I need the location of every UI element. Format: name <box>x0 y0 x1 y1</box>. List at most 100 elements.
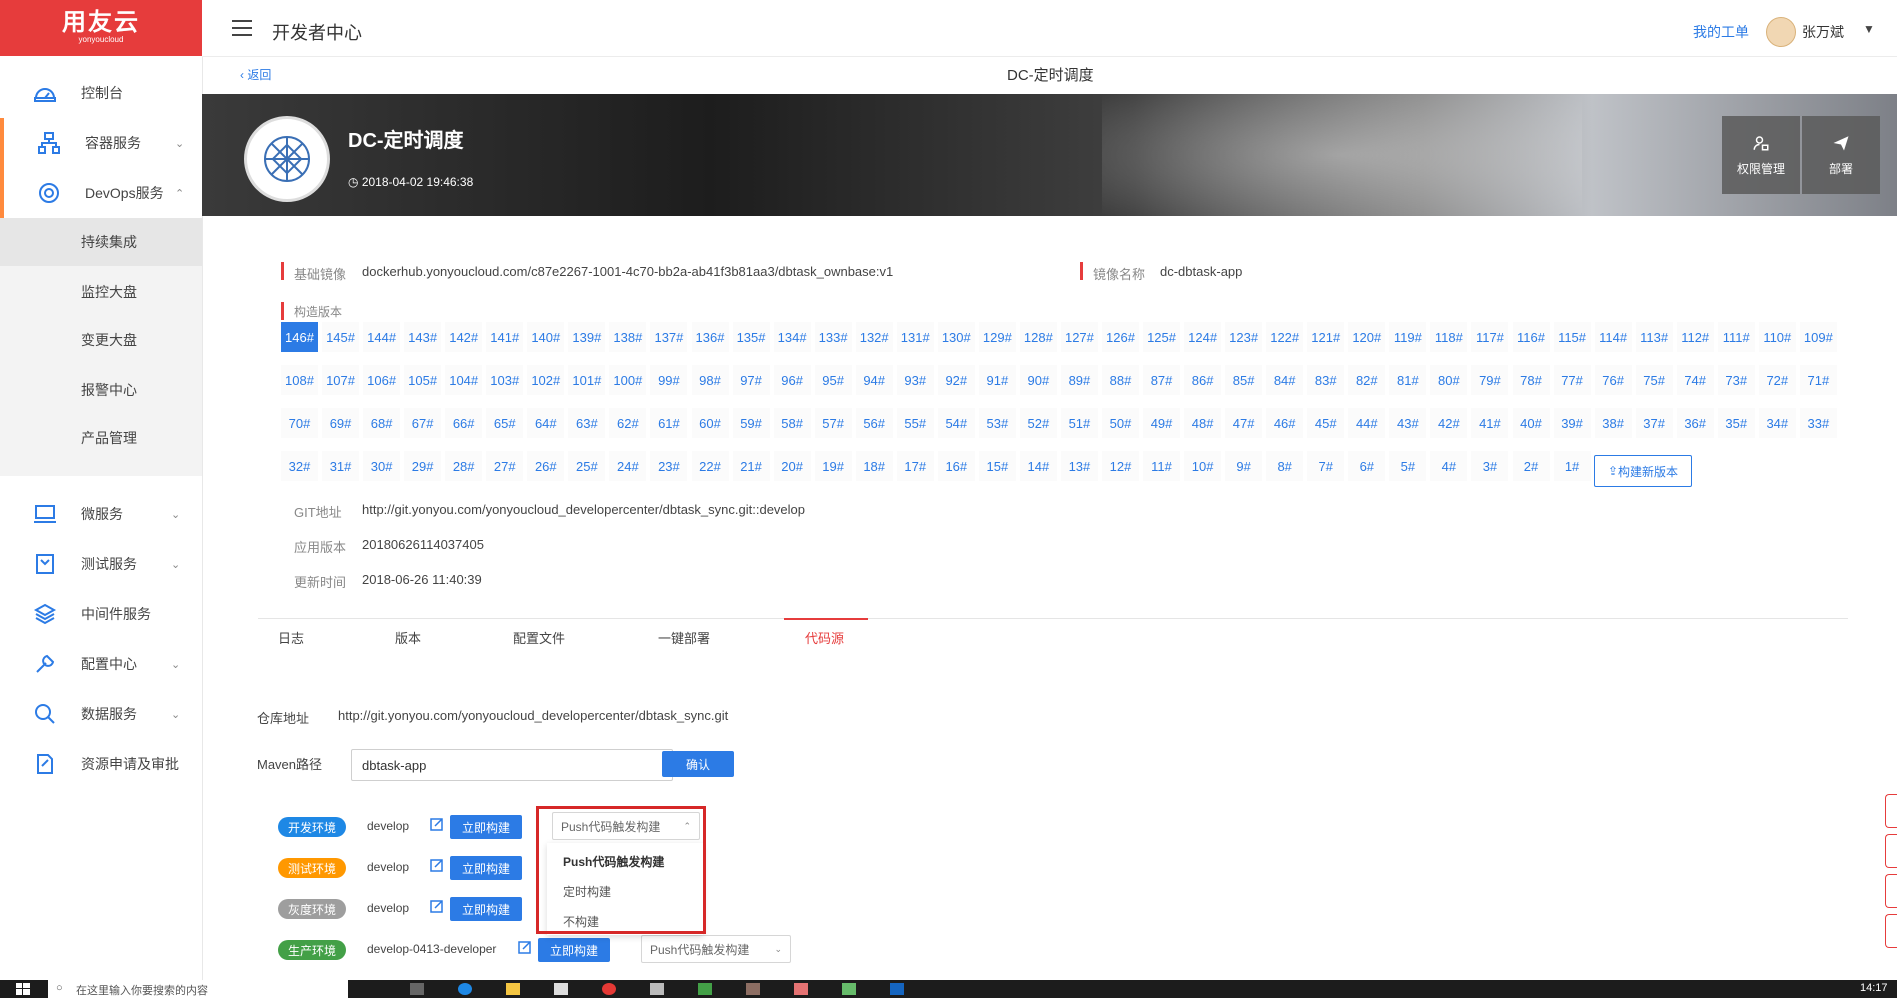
version-item[interactable]: 87# <box>1143 365 1181 395</box>
version-item[interactable]: 76# <box>1594 365 1632 395</box>
version-item[interactable]: 100# <box>609 365 647 395</box>
brand-logo[interactable]: 用友云 yonyoucloud <box>0 0 202 56</box>
version-item[interactable]: 104# <box>445 365 483 395</box>
version-item[interactable]: 60# <box>691 408 729 438</box>
version-item[interactable]: 110# <box>1758 322 1796 352</box>
version-item[interactable]: 83# <box>1307 365 1345 395</box>
submenu-item-alarm[interactable]: 报警中心 <box>0 366 202 414</box>
deploy-button[interactable]: 部署 <box>1802 116 1880 194</box>
version-item[interactable]: 116# <box>1512 322 1550 352</box>
version-item[interactable]: 86# <box>1184 365 1222 395</box>
version-item[interactable]: 136# <box>691 322 729 352</box>
version-item[interactable]: 19# <box>814 451 852 481</box>
tab-one-click-deploy[interactable]: 一键部署 <box>658 628 710 647</box>
version-item[interactable]: 21# <box>732 451 770 481</box>
float-help-icon[interactable] <box>1885 834 1897 868</box>
version-item[interactable]: 33# <box>1799 408 1837 438</box>
version-item[interactable]: 96# <box>773 365 811 395</box>
version-item[interactable]: 81# <box>1389 365 1427 395</box>
maven-path-input[interactable] <box>351 749 673 781</box>
version-item[interactable]: 52# <box>1019 408 1057 438</box>
windows-start-icon[interactable] <box>16 983 30 995</box>
version-item[interactable]: 93# <box>896 365 934 395</box>
version-item[interactable]: 67# <box>404 408 442 438</box>
version-item[interactable]: 12# <box>1102 451 1139 481</box>
version-item[interactable]: 3# <box>1471 451 1509 481</box>
version-item[interactable]: 144# <box>363 322 401 352</box>
version-item[interactable]: 30# <box>363 451 401 481</box>
version-item[interactable]: 106# <box>363 365 401 395</box>
sidebar-item-container[interactable]: 容器服务 ⌄ <box>0 118 206 168</box>
build-now-button[interactable]: 立即构建 <box>450 897 522 921</box>
version-item[interactable]: 118# <box>1430 322 1468 352</box>
version-item[interactable]: 117# <box>1471 322 1509 352</box>
sidebar-item-approval[interactable]: 资源申请及审批 <box>0 739 202 789</box>
version-item[interactable]: 102# <box>527 365 565 395</box>
version-item[interactable]: 32# <box>281 451 318 481</box>
version-item[interactable]: 99# <box>650 365 688 395</box>
version-item[interactable]: 36# <box>1676 408 1714 438</box>
version-item[interactable]: 14# <box>1019 451 1057 481</box>
version-item[interactable]: 17# <box>896 451 934 481</box>
avatar[interactable] <box>1766 17 1796 47</box>
edit-icon[interactable] <box>430 899 444 913</box>
version-item[interactable]: 41# <box>1471 408 1509 438</box>
version-item[interactable]: 128# <box>1019 322 1057 352</box>
version-item[interactable]: 59# <box>732 408 770 438</box>
version-item[interactable]: 85# <box>1225 365 1263 395</box>
caret-down-icon[interactable]: ▼ <box>1863 22 1875 36</box>
confirm-button[interactable]: 确认 <box>662 751 734 777</box>
version-item[interactable]: 15# <box>978 451 1016 481</box>
version-item[interactable]: 1# <box>1553 451 1591 481</box>
version-item[interactable]: 88# <box>1102 365 1139 395</box>
version-item[interactable]: 9# <box>1225 451 1263 481</box>
trigger-select[interactable]: Push代码触发构建 ⌄ <box>641 935 791 963</box>
sidebar-item-test[interactable]: 测试服务 ⌄ <box>0 539 202 589</box>
version-item[interactable]: 22# <box>691 451 729 481</box>
version-item[interactable]: 138# <box>609 322 647 352</box>
version-item[interactable]: 141# <box>486 322 524 352</box>
tab-config-file[interactable]: 配置文件 <box>513 628 565 647</box>
app-icon[interactable] <box>698 983 712 995</box>
sidebar-item-microservice[interactable]: 微服务 ⌄ <box>0 489 202 539</box>
taskbar-search[interactable]: ○ 在这里输入你要搜索的内容 <box>48 980 348 998</box>
chrome-icon[interactable] <box>602 983 616 995</box>
version-item[interactable]: 77# <box>1553 365 1591 395</box>
task-view-icon[interactable] <box>410 983 424 995</box>
version-item[interactable]: 95# <box>814 365 852 395</box>
version-item[interactable]: 94# <box>855 365 893 395</box>
version-item[interactable]: 51# <box>1060 408 1098 438</box>
version-item[interactable]: 44# <box>1348 408 1386 438</box>
version-item[interactable]: 62# <box>609 408 647 438</box>
version-item[interactable]: 70# <box>281 408 318 438</box>
version-item[interactable]: 98# <box>691 365 729 395</box>
version-item[interactable]: 119# <box>1389 322 1427 352</box>
version-item[interactable]: 71# <box>1799 365 1837 395</box>
version-item[interactable]: 142# <box>445 322 483 352</box>
sidebar-item-data[interactable]: 数据服务 ⌄ <box>0 689 202 739</box>
version-item[interactable]: 112# <box>1676 322 1714 352</box>
version-item[interactable]: 48# <box>1184 408 1222 438</box>
version-item[interactable]: 135# <box>732 322 770 352</box>
version-item[interactable]: 23# <box>650 451 688 481</box>
app-icon[interactable] <box>842 983 856 995</box>
version-item[interactable]: 58# <box>773 408 811 438</box>
version-item[interactable]: 39# <box>1553 408 1591 438</box>
version-item[interactable]: 65# <box>486 408 524 438</box>
version-item[interactable]: 84# <box>1266 365 1304 395</box>
version-item[interactable]: 54# <box>937 408 975 438</box>
edit-icon[interactable] <box>518 940 532 954</box>
version-item[interactable]: 121# <box>1307 322 1345 352</box>
tab-code-source[interactable]: 代码源 <box>805 628 844 647</box>
menu-icon[interactable] <box>232 20 252 36</box>
tab-version[interactable]: 版本 <box>395 628 421 647</box>
version-item[interactable]: 46# <box>1266 408 1304 438</box>
version-item[interactable]: 13# <box>1060 451 1098 481</box>
version-item[interactable]: 79# <box>1471 365 1509 395</box>
version-item[interactable]: 2# <box>1512 451 1550 481</box>
ie-browser-icon[interactable] <box>458 983 472 995</box>
float-chat-icon[interactable] <box>1885 874 1897 908</box>
version-item[interactable]: 137# <box>650 322 688 352</box>
version-item[interactable]: 37# <box>1635 408 1673 438</box>
version-item[interactable]: 114# <box>1594 322 1632 352</box>
